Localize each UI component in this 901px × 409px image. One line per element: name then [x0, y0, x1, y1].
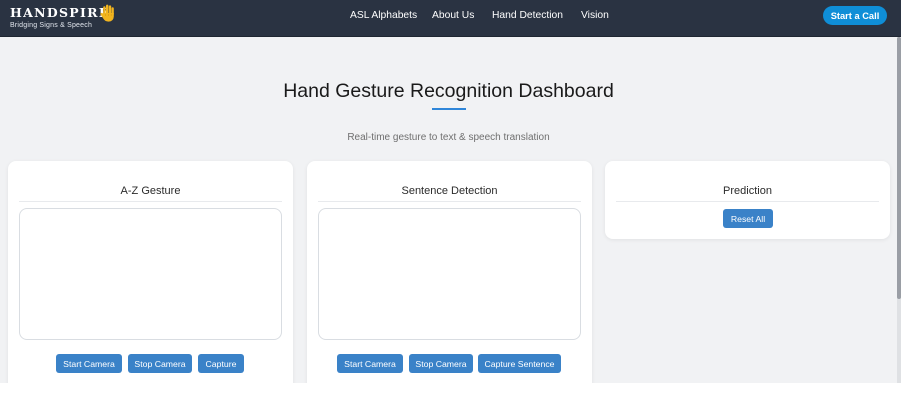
sentence-camera-feed [318, 208, 581, 340]
page-subtitle: Real-time gesture to text & speech trans… [347, 132, 550, 143]
scrollbar-thumb[interactable] [897, 37, 901, 299]
az-stop-camera-button[interactable]: Stop Camera [128, 354, 192, 373]
az-camera-feed [19, 208, 282, 340]
page-title: Hand Gesture Recognition Dashboard [283, 80, 614, 102]
sentence-detection-card-title: Sentence Detection [401, 185, 498, 197]
nav-link-asl-alphabets[interactable]: ASL Alphabets [350, 10, 417, 22]
card-divider [616, 201, 879, 202]
prediction-card: Prediction Reset All [605, 161, 890, 239]
az-gesture-card: A-Z Gesture Start Camera Stop Camera Cap… [8, 161, 293, 383]
card-divider [19, 201, 282, 202]
az-start-camera-button[interactable]: Start Camera [56, 354, 122, 373]
title-underline [432, 108, 466, 110]
nav-link-hand-detection[interactable]: Hand Detection [492, 10, 563, 22]
capture-sentence-button[interactable]: Capture Sentence [478, 354, 561, 373]
reset-all-button[interactable]: Reset All [723, 209, 773, 228]
card-divider [318, 201, 581, 202]
nav-link-about-us[interactable]: About Us [432, 10, 474, 22]
start-call-button[interactable]: Start a Call [823, 6, 887, 25]
nav-links: ASL Alphabets About Us Hand Detection Vi… [0, 0, 901, 33]
az-capture-button[interactable]: Capture [198, 354, 244, 373]
sentence-stop-camera-button[interactable]: Stop Camera [409, 354, 473, 373]
prediction-card-title: Prediction [723, 185, 772, 197]
az-gesture-card-title: A-Z Gesture [120, 185, 181, 197]
navbar: HANDSPIRE Bridging Signs & Speech ASL Al… [0, 0, 901, 37]
sentence-detection-card: Sentence Detection Start Camera Stop Cam… [307, 161, 592, 383]
dashboard-main: Hand Gesture Recognition Dashboard Real-… [0, 37, 897, 383]
nav-link-vision[interactable]: Vision [581, 10, 609, 22]
sentence-start-camera-button[interactable]: Start Camera [337, 354, 403, 373]
